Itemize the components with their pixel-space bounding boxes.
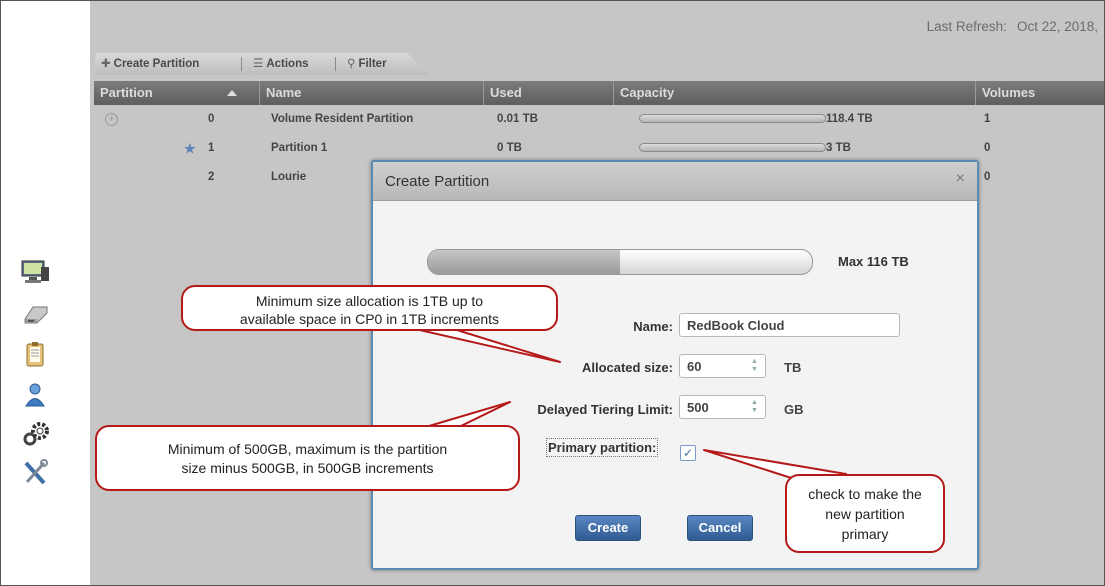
callout-line: primary	[841, 526, 889, 542]
column-header-partition[interactable]: Partition	[94, 81, 260, 105]
volumes-cell: 1	[984, 113, 991, 125]
used-cell: 0.01 TB	[497, 113, 538, 125]
capacity-cell: 118.4 TB	[826, 113, 873, 125]
partition-cell: 2	[208, 171, 215, 183]
list-icon: ☰	[253, 58, 264, 70]
column-label: Volumes	[982, 85, 1036, 100]
column-label: Partition	[100, 85, 153, 100]
allocated-size-stepper[interactable]: 60 ▲ ▼	[679, 354, 766, 378]
expand-icon[interactable]: +	[105, 113, 118, 126]
name-cell: Lourie	[271, 171, 307, 183]
column-header-name[interactable]: Name	[260, 81, 484, 105]
table-row[interactable]: ★ 1 Partition 1 0 TB 3 TB 0	[94, 138, 1104, 159]
used-cell: 0 TB	[497, 142, 522, 154]
dialog-header: Create Partition ×	[373, 162, 977, 201]
capacity-bar	[639, 114, 826, 123]
max-capacity-label: Max 116 TB	[838, 254, 909, 269]
callout-line: size minus 500GB, in 500GB increments	[181, 460, 434, 476]
search-icon: ⚲	[347, 58, 356, 70]
last-refresh: Last Refresh: Oct 22, 2018,	[927, 19, 1098, 34]
clipboard-icon[interactable]	[21, 341, 49, 369]
monitor-icon[interactable]	[21, 259, 49, 287]
spinner-arrows-icon[interactable]: ▲ ▼	[750, 358, 759, 374]
partition-cell: 0	[208, 113, 215, 125]
plus-icon: ✚	[101, 58, 111, 70]
volumes-cell: 0	[984, 142, 991, 154]
column-label: Name	[266, 85, 302, 100]
allocation-fill	[428, 250, 620, 274]
tiering-limit-value: 500	[687, 400, 709, 415]
callout-line: Minimum of 500GB, maximum is the partiti…	[167, 441, 448, 457]
cancel-button[interactable]: Cancel	[687, 515, 753, 541]
allocation-bar	[427, 249, 813, 275]
callout-line: check to make the	[808, 486, 922, 502]
filter-label: Filter	[358, 58, 387, 70]
allocated-size-label: Allocated size:	[581, 360, 673, 375]
actions-button[interactable]: ☰ Actions	[253, 56, 308, 70]
column-header-capacity[interactable]: Capacity	[614, 81, 976, 105]
tools-icon[interactable]	[21, 459, 49, 487]
left-nav-rail	[1, 1, 90, 585]
name-field[interactable]: RedBook Cloud	[679, 313, 900, 337]
capacity-bar	[639, 143, 826, 152]
filter-button[interactable]: ⚲ Filter	[347, 56, 387, 70]
table-header: Partition Name Used Capacity Volumes	[94, 81, 1104, 105]
table-row[interactable]: + 0 Volume Resident Partition 0.01 TB 11…	[94, 109, 1104, 130]
primary-callout: check to make the new partition primary	[785, 474, 945, 553]
name-cell: Partition 1	[271, 142, 328, 154]
size-callout: Minimum size allocation is 1TB up to ava…	[181, 285, 558, 331]
name-field-value: RedBook Cloud	[687, 318, 785, 333]
user-icon[interactable]	[21, 381, 49, 409]
storage-device-icon[interactable]	[21, 301, 49, 329]
tiering-limit-stepper[interactable]: 500 ▲ ▼	[679, 395, 766, 419]
name-label: Name:	[633, 319, 673, 334]
allocated-size-value: 60	[687, 359, 702, 374]
create-button[interactable]: Create	[575, 515, 641, 541]
sort-ascending-icon	[227, 90, 237, 96]
partition-cell: 1	[208, 142, 215, 154]
star-icon: ★	[184, 141, 196, 156]
column-header-used[interactable]: Used	[484, 81, 614, 105]
create-partition-label: Create Partition	[113, 58, 200, 70]
volumes-cell: 0	[984, 171, 991, 183]
close-icon[interactable]: ×	[956, 170, 965, 188]
actions-label: Actions	[266, 58, 309, 70]
name-cell: Volume Resident Partition	[271, 113, 414, 125]
tiering-limit-label: Delayed Tiering Limit:	[537, 402, 673, 417]
last-refresh-label: Last Refresh:	[926, 19, 1007, 34]
tiering-callout: Minimum of 500GB, maximum is the partiti…	[95, 425, 520, 491]
gears-icon[interactable]	[21, 421, 49, 449]
callout-line: available space in CP0 in 1TB increments	[239, 311, 500, 327]
last-refresh-value: Oct 22, 2018,	[1016, 19, 1098, 34]
allocated-size-unit: TB	[784, 360, 802, 375]
primary-partition-label: Primary partition:	[546, 438, 659, 457]
primary-partition-checkbox[interactable]: ✓	[680, 445, 696, 461]
dialog-title: Create Partition	[385, 173, 490, 190]
column-label: Used	[490, 85, 522, 100]
spinner-arrows-icon[interactable]: ▲ ▼	[750, 399, 759, 415]
callout-line: Minimum size allocation is 1TB up to	[255, 293, 484, 309]
tiering-limit-unit: GB	[784, 402, 804, 417]
column-label: Capacity	[620, 85, 675, 100]
create-partition-button[interactable]: ✚ Create Partition	[101, 56, 199, 70]
column-header-volumes[interactable]: Volumes	[976, 81, 1104, 105]
callout-line: new partition	[825, 506, 905, 522]
capacity-cell: 3 TB	[826, 142, 851, 154]
